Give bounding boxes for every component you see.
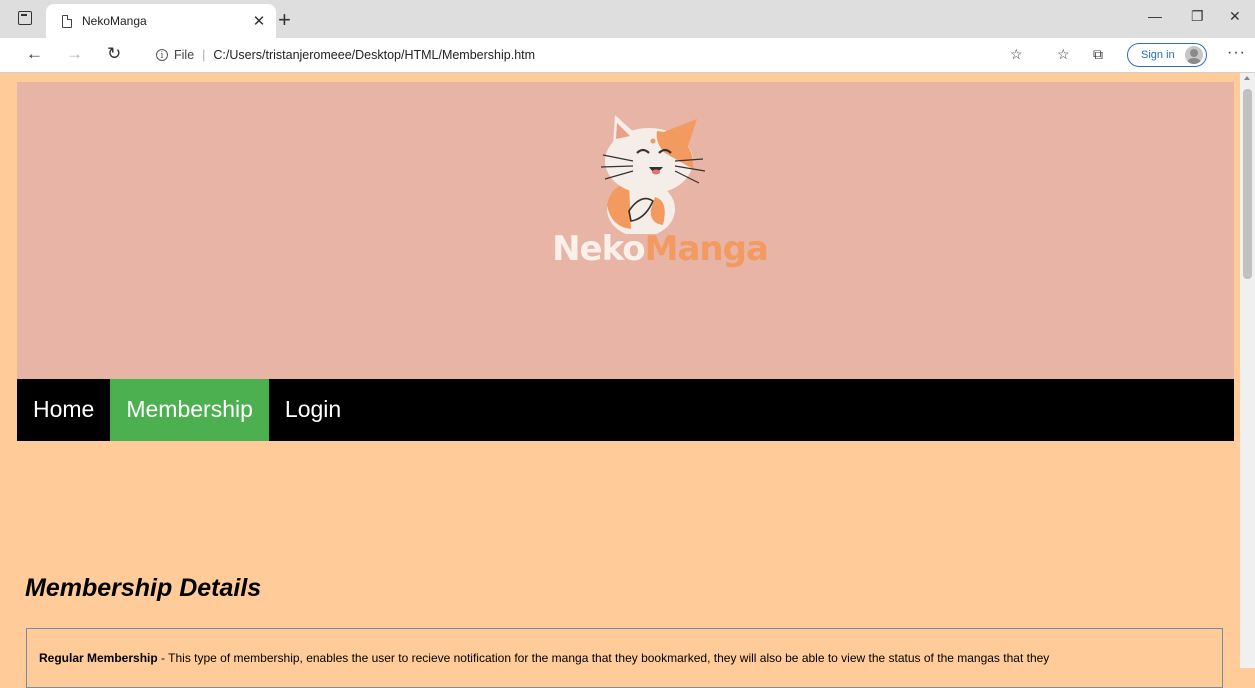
- nav-item-login[interactable]: Login: [269, 379, 357, 441]
- vertical-scrollbar[interactable]: [1240, 73, 1255, 668]
- site-banner: NekoManga: [17, 82, 1234, 379]
- new-tab-icon[interactable]: +: [278, 7, 291, 33]
- section-title: Membership Details: [25, 574, 262, 602]
- more-options-icon[interactable]: ···: [1227, 44, 1246, 62]
- info-icon[interactable]: i: [156, 49, 168, 61]
- window-close-icon[interactable]: ✕: [1229, 8, 1241, 25]
- url-separator: |: [202, 48, 206, 62]
- cat-mascot-icon: [600, 115, 706, 237]
- tab-actions-icon[interactable]: [18, 11, 32, 25]
- logo-wordmark: NekoManga: [552, 229, 769, 269]
- sign-in-button[interactable]: Sign in: [1127, 43, 1207, 67]
- collections-icon[interactable]: ⧉: [1093, 46, 1103, 63]
- back-icon[interactable]: ←: [26, 44, 43, 64]
- minimize-icon[interactable]: —: [1148, 8, 1162, 24]
- page-icon: [62, 14, 72, 28]
- favorites-icon[interactable]: ☆: [1057, 46, 1070, 63]
- browser-tab-bar: NekoManga ✕ + — ❐ ✕: [0, 0, 1255, 38]
- sign-in-label: Sign in: [1141, 49, 1175, 61]
- browser-tab[interactable]: NekoManga ✕: [46, 4, 276, 38]
- site-navbar: Home Membership Login: [17, 379, 1234, 441]
- refresh-icon[interactable]: ↻: [107, 44, 121, 64]
- nav-item-home[interactable]: Home: [17, 379, 110, 441]
- add-favorite-icon[interactable]: ☆: [1010, 46, 1023, 63]
- url-field[interactable]: i File | C:/Users/tristanjeromeee/Deskto…: [142, 43, 997, 67]
- scroll-thumb[interactable]: [1243, 89, 1252, 279]
- close-tab-icon[interactable]: ✕: [248, 12, 270, 30]
- site-logo: NekoManga: [545, 109, 775, 279]
- membership-details-box: Regular Membership - This type of member…: [26, 628, 1223, 688]
- regular-membership-text: - This type of membership, enables the u…: [157, 651, 1050, 665]
- address-bar: ← → ↻ i File | C:/Users/tristanjeromeee/…: [0, 38, 1255, 73]
- restore-icon[interactable]: ❐: [1191, 8, 1204, 25]
- url-scheme-label: File: [174, 48, 195, 62]
- nav-item-membership[interactable]: Membership: [110, 379, 269, 441]
- tab-title: NekoManga: [82, 14, 147, 28]
- forward-icon[interactable]: →: [66, 44, 83, 64]
- regular-membership-label: Regular Membership: [39, 651, 158, 665]
- profile-avatar-icon: [1185, 46, 1203, 64]
- url-text: C:/Users/tristanjeromeee/Desktop/HTML/Me…: [213, 48, 536, 62]
- scroll-up-icon[interactable]: [1244, 76, 1250, 80]
